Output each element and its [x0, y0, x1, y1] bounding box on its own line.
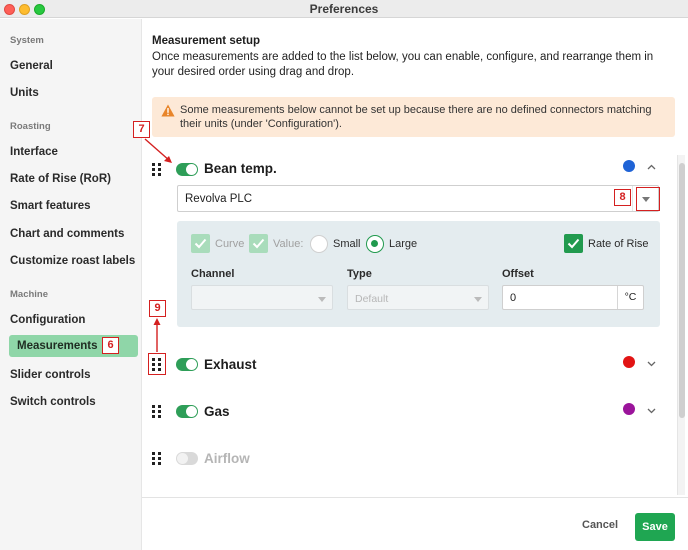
sidebar-section-system: System [10, 35, 44, 46]
sidebar-item-general[interactable]: General [10, 60, 53, 72]
sidebar-item-units[interactable]: Units [10, 87, 39, 99]
large-label: Large [389, 238, 418, 250]
footer-divider [142, 497, 688, 498]
cancel-button[interactable]: Cancel [582, 519, 618, 531]
warning-text: Some measurements below cannot be set up… [180, 104, 652, 130]
sidebar-item-chart-and-comments[interactable]: Chart and comments [10, 228, 124, 240]
curve-checkbox[interactable] [191, 234, 210, 253]
save-button[interactable]: Save [635, 513, 675, 541]
annotation-marker-7: 7 [133, 121, 150, 138]
measurement-name-gas: Gas [204, 404, 230, 419]
bean-temp-color-swatch[interactable] [623, 160, 635, 172]
sidebar-item-switch-controls[interactable]: Switch controls [10, 396, 96, 408]
annotation-marker-9: 9 [149, 300, 166, 317]
type-label: Type [347, 268, 372, 280]
measurement-name-airflow: Airflow [204, 451, 250, 466]
small-size-radio[interactable] [310, 235, 328, 253]
annotation-highlight-drag-handle [148, 353, 166, 375]
sidebar-item-customize-roast-labels[interactable]: Customize roast labels [10, 255, 135, 267]
small-label: Small [333, 238, 361, 250]
rate-of-rise-checkbox[interactable] [564, 234, 583, 253]
measurement-name-exhaust: Exhaust [204, 357, 257, 372]
sidebar-item-slider-controls[interactable]: Slider controls [10, 369, 91, 381]
chevron-down-icon[interactable] [647, 408, 656, 414]
measurement-name-bean-temp: Bean temp. [204, 161, 277, 176]
rate-of-rise-label: Rate of Rise [588, 238, 649, 250]
channel-label: Channel [191, 268, 235, 280]
airflow-toggle[interactable] [176, 452, 198, 465]
gas-color-swatch[interactable] [623, 403, 635, 415]
exhaust-color-swatch[interactable] [623, 356, 635, 368]
value-checkbox[interactable] [249, 234, 268, 253]
large-size-radio[interactable] [366, 235, 384, 253]
exhaust-toggle[interactable] [176, 358, 198, 371]
checkmark-icon [252, 238, 265, 249]
page-description: Once measurements are added to the list … [152, 51, 654, 78]
offset-input[interactable]: 0 °C [502, 285, 644, 310]
offset-label: Offset [502, 268, 534, 280]
offset-unit: °C [617, 286, 643, 309]
channel-select[interactable] [191, 285, 333, 310]
title-bar: Preferences [0, 0, 688, 18]
gas-toggle[interactable] [176, 405, 198, 418]
chevron-up-icon[interactable] [647, 164, 656, 170]
page-title: Measurement setup [152, 35, 261, 47]
type-select-placeholder: Default [355, 293, 389, 305]
sidebar-item-configuration[interactable]: Configuration [10, 314, 85, 326]
annotation-highlight-caret [636, 187, 660, 211]
sidebar-item-interface[interactable]: Interface [10, 146, 58, 158]
window-title: Preferences [309, 2, 379, 16]
drag-handle-icon[interactable] [152, 452, 162, 465]
value-label: Value: [273, 238, 304, 250]
sidebar-section-machine: Machine [10, 289, 49, 300]
offset-value: 0 [510, 292, 517, 304]
curve-label: Curve [215, 238, 245, 250]
sidebar-item-smart-features[interactable]: Smart features [10, 200, 91, 212]
drag-handle-icon[interactable] [152, 163, 162, 176]
sidebar-item-rate-of-rise[interactable]: Rate of Rise (RoR) [10, 173, 111, 185]
sidebar-section-roasting: Roasting [10, 121, 51, 132]
sidebar-item-label: Measurements [17, 340, 98, 352]
chevron-down-icon [474, 297, 482, 302]
warning-banner: Some measurements below cannot be set up… [152, 97, 675, 137]
sidebar: System General Units Roasting Interface … [0, 19, 142, 550]
measurement-list-scrollbar[interactable] [677, 155, 685, 495]
scrollbar-thumb[interactable] [679, 163, 685, 418]
annotation-marker-8: 8 [614, 189, 631, 206]
bean-temp-toggle[interactable] [176, 163, 198, 176]
connector-select-value: Revolva PLC [185, 193, 253, 205]
warning-triangle-icon [161, 104, 175, 117]
chevron-down-icon[interactable] [647, 361, 656, 367]
type-select[interactable]: Default [347, 285, 489, 310]
connector-select[interactable]: Revolva PLC [177, 185, 659, 212]
checkmark-icon [567, 238, 580, 249]
drag-handle-icon[interactable] [152, 405, 162, 418]
annotation-marker-6: 6 [102, 337, 119, 354]
chevron-down-icon [318, 297, 326, 302]
checkmark-icon [194, 238, 207, 249]
